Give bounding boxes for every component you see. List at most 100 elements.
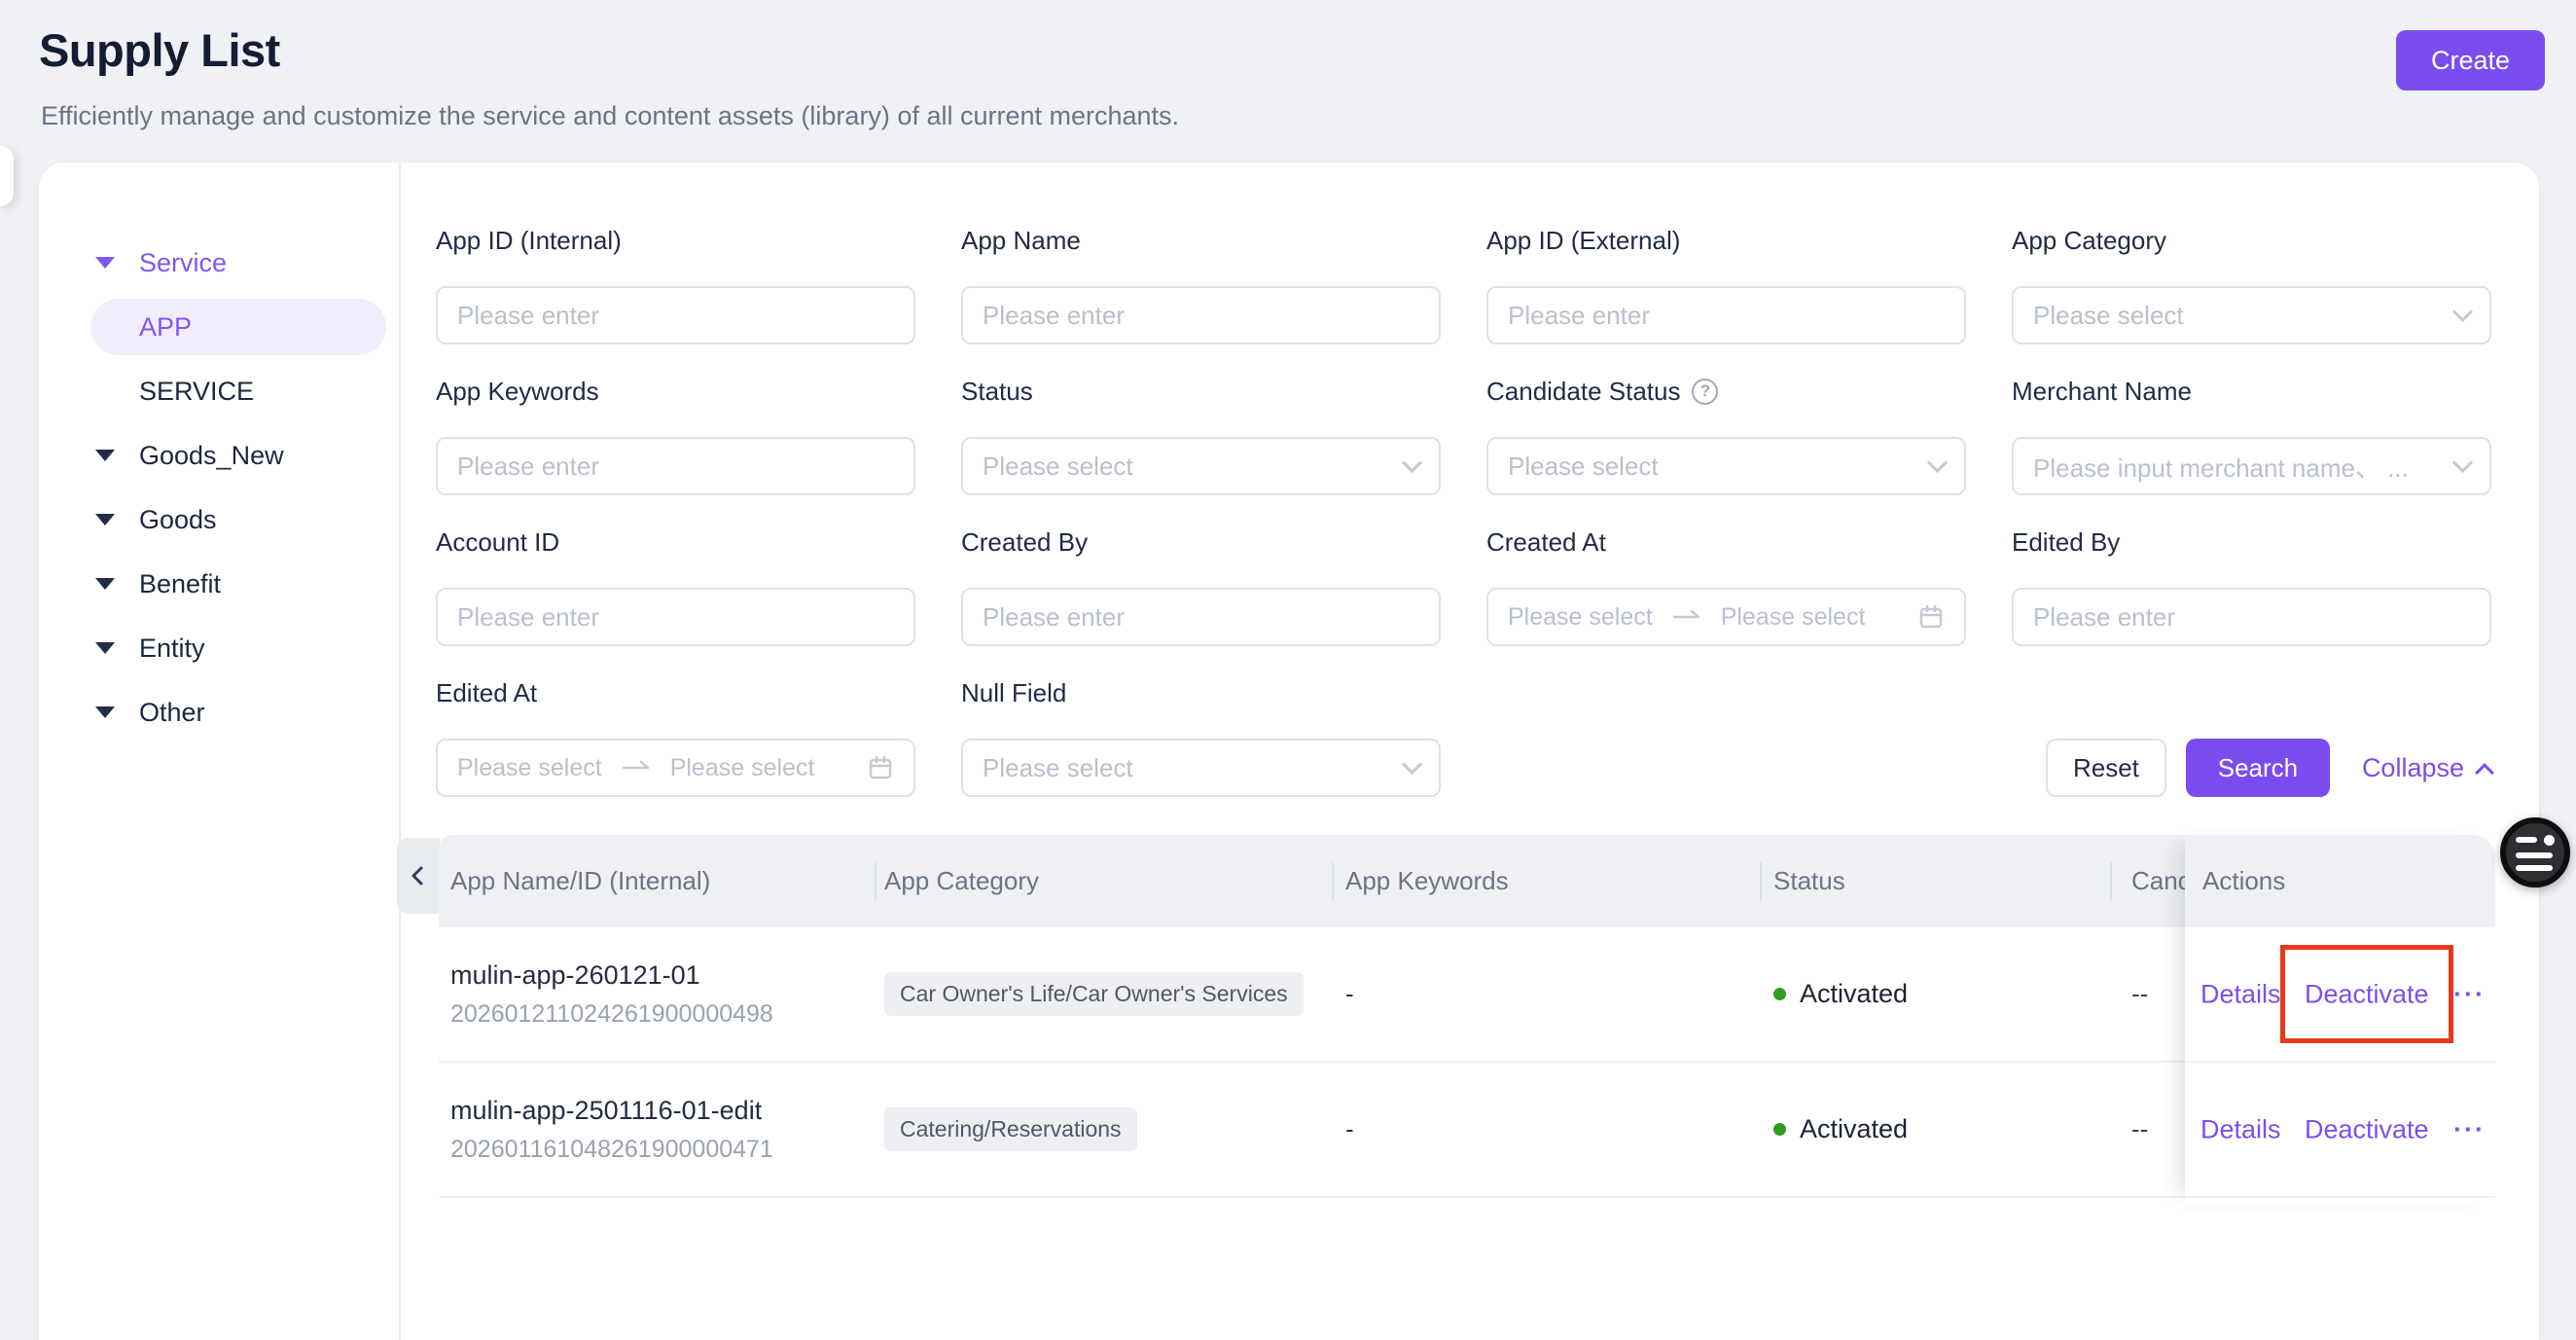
tree-item-service[interactable]: Service	[39, 231, 399, 295]
actions-cell-row1: Details Deactivate ···	[2185, 927, 2495, 1063]
field-label: Edited At	[436, 678, 537, 708]
col-app-category: App Category	[884, 866, 1039, 896]
create-button[interactable]: Create	[2396, 30, 2545, 91]
field-created-at: Created At Please select Please select	[1486, 525, 1966, 646]
app-id: 202601211024261900000498	[450, 1000, 773, 1029]
app-name: mulin-app-2501116-01-edit	[450, 1096, 762, 1126]
field-status: Status Please select	[961, 375, 1441, 495]
field-app-id-internal: App ID (Internal)	[436, 224, 915, 344]
page-subtitle: Efficiently manage and customize the ser…	[41, 101, 1179, 131]
chevron-down-icon	[2452, 452, 2473, 472]
actions-fixed-column: Actions Details Deactivate ··· Details D…	[2185, 835, 2495, 1205]
status-dot	[1773, 1123, 1786, 1136]
caret-down-icon	[95, 514, 115, 525]
chevron-down-icon	[1402, 753, 1422, 774]
table-collapse-handle[interactable]	[397, 838, 440, 914]
tree-item-goods[interactable]: Goods	[39, 488, 399, 552]
filter-form: App ID (Internal) App Name App ID (Exter…	[436, 163, 2491, 827]
calendar-icon	[1917, 603, 1945, 631]
help-icon[interactable]: ?	[1692, 379, 1718, 405]
field-label: Null Field	[961, 678, 1066, 708]
merchant-name-select[interactable]: Please input merchant name、 ...	[2012, 437, 2491, 495]
keywords-value: -	[1345, 1114, 1354, 1144]
field-app-id-external: App ID (External)	[1486, 224, 1966, 344]
calendar-icon	[867, 754, 894, 781]
details-link[interactable]: Details	[2200, 1114, 2281, 1144]
keywords-value: -	[1345, 979, 1354, 1009]
chevron-left-icon	[405, 862, 432, 889]
chevron-down-icon	[2452, 301, 2473, 321]
col-actions: Actions	[2185, 835, 2495, 927]
account-id-input[interactable]	[436, 588, 915, 646]
tree-item-goods-new[interactable]: Goods_New	[39, 423, 399, 488]
reset-button[interactable]: Reset	[2046, 739, 2166, 797]
caret-down-icon	[95, 642, 115, 654]
app-id-external-input[interactable]	[1486, 286, 1966, 344]
arrow-right-icon	[622, 760, 651, 776]
field-candidate-status: Candidate Status ? Please select	[1486, 375, 1966, 495]
list-settings-icon	[2516, 835, 2555, 871]
field-created-by: Created By	[961, 525, 1441, 646]
candidate-value: --	[2131, 979, 2148, 1009]
tree-item-service-child[interactable]: SERVICE	[39, 359, 399, 423]
category-tag: Catering/Reservations	[884, 1107, 1137, 1151]
col-app-keywords: App Keywords	[1345, 866, 1509, 896]
search-button[interactable]: Search	[2186, 739, 2330, 797]
created-by-input[interactable]	[961, 588, 1441, 646]
status-text: Activated	[1800, 1114, 1908, 1144]
edited-at-range-picker[interactable]: Please select Please select	[436, 739, 915, 797]
field-label: Edited By	[2012, 527, 2120, 558]
field-edited-at: Edited At Please select Please select	[436, 676, 915, 797]
field-label: App ID (Internal)	[436, 226, 622, 256]
field-edited-by: Edited By	[2012, 525, 2491, 646]
field-label: Candidate Status	[1486, 377, 1680, 407]
created-at-range-picker[interactable]: Please select Please select	[1486, 588, 1966, 646]
field-merchant-name: Merchant Name Please input merchant name…	[2012, 375, 2491, 495]
field-label: App Keywords	[436, 377, 599, 407]
left-drawer-handle[interactable]	[0, 146, 14, 206]
tree-item-other[interactable]: Other	[39, 680, 399, 744]
field-app-name: App Name	[961, 224, 1441, 344]
candidate-value: --	[2131, 1114, 2148, 1144]
field-null-field: Null Field Please select	[961, 676, 1441, 797]
tree-item-benefit[interactable]: Benefit	[39, 552, 399, 616]
column-settings-button[interactable]	[2500, 817, 2570, 887]
col-app-name-id: App Name/ID (Internal)	[450, 866, 710, 896]
app-keywords-input[interactable]	[436, 437, 915, 495]
filter-actions: Reset Search Collapse	[1486, 739, 2491, 797]
app-name-input[interactable]	[961, 286, 1441, 344]
collapse-link[interactable]: Collapse	[2362, 753, 2491, 783]
app-id-internal-input[interactable]	[436, 286, 915, 344]
tree-item-entity[interactable]: Entity	[39, 616, 399, 680]
candidate-status-select[interactable]: Please select	[1486, 437, 1966, 495]
more-actions-link[interactable]: ···	[2453, 1114, 2486, 1144]
deactivate-link[interactable]: Deactivate	[2305, 1114, 2429, 1144]
status-text: Activated	[1800, 979, 1908, 1009]
caret-down-icon	[95, 257, 115, 269]
null-field-select[interactable]: Please select	[961, 739, 1441, 797]
col-status: Status	[1773, 866, 1845, 896]
tree-item-app[interactable]: APP	[39, 295, 399, 359]
actions-cell-row2: Details Deactivate ···	[2185, 1063, 2495, 1198]
field-label: App ID (External)	[1486, 226, 1680, 256]
caret-down-icon	[95, 706, 115, 718]
field-app-keywords: App Keywords	[436, 375, 915, 495]
status-select[interactable]: Please select	[961, 437, 1441, 495]
deactivate-link[interactable]: Deactivate	[2305, 979, 2429, 1009]
field-label: App Name	[961, 226, 1081, 256]
edited-by-input[interactable]	[2012, 588, 2491, 646]
details-link[interactable]: Details	[2200, 979, 2281, 1009]
app-name: mulin-app-260121-01	[450, 960, 700, 991]
category-tag: Car Owner's Life/Car Owner's Services	[884, 972, 1304, 1016]
field-label: Created By	[961, 527, 1088, 558]
more-actions-link[interactable]: ···	[2453, 979, 2486, 1009]
app-category-select[interactable]: Please select	[2012, 286, 2491, 344]
page-title: Supply List	[39, 23, 280, 77]
field-label: Created At	[1486, 527, 1606, 558]
chevron-down-icon	[1402, 452, 1422, 472]
main-card: Service APP SERVICE Goods_New Goods Bene…	[39, 163, 2539, 1340]
chevron-up-icon	[2475, 763, 2494, 782]
field-account-id: Account ID	[436, 525, 915, 646]
sidebar-divider	[399, 163, 401, 1340]
app-id: 202601161048261900000471	[450, 1136, 773, 1164]
